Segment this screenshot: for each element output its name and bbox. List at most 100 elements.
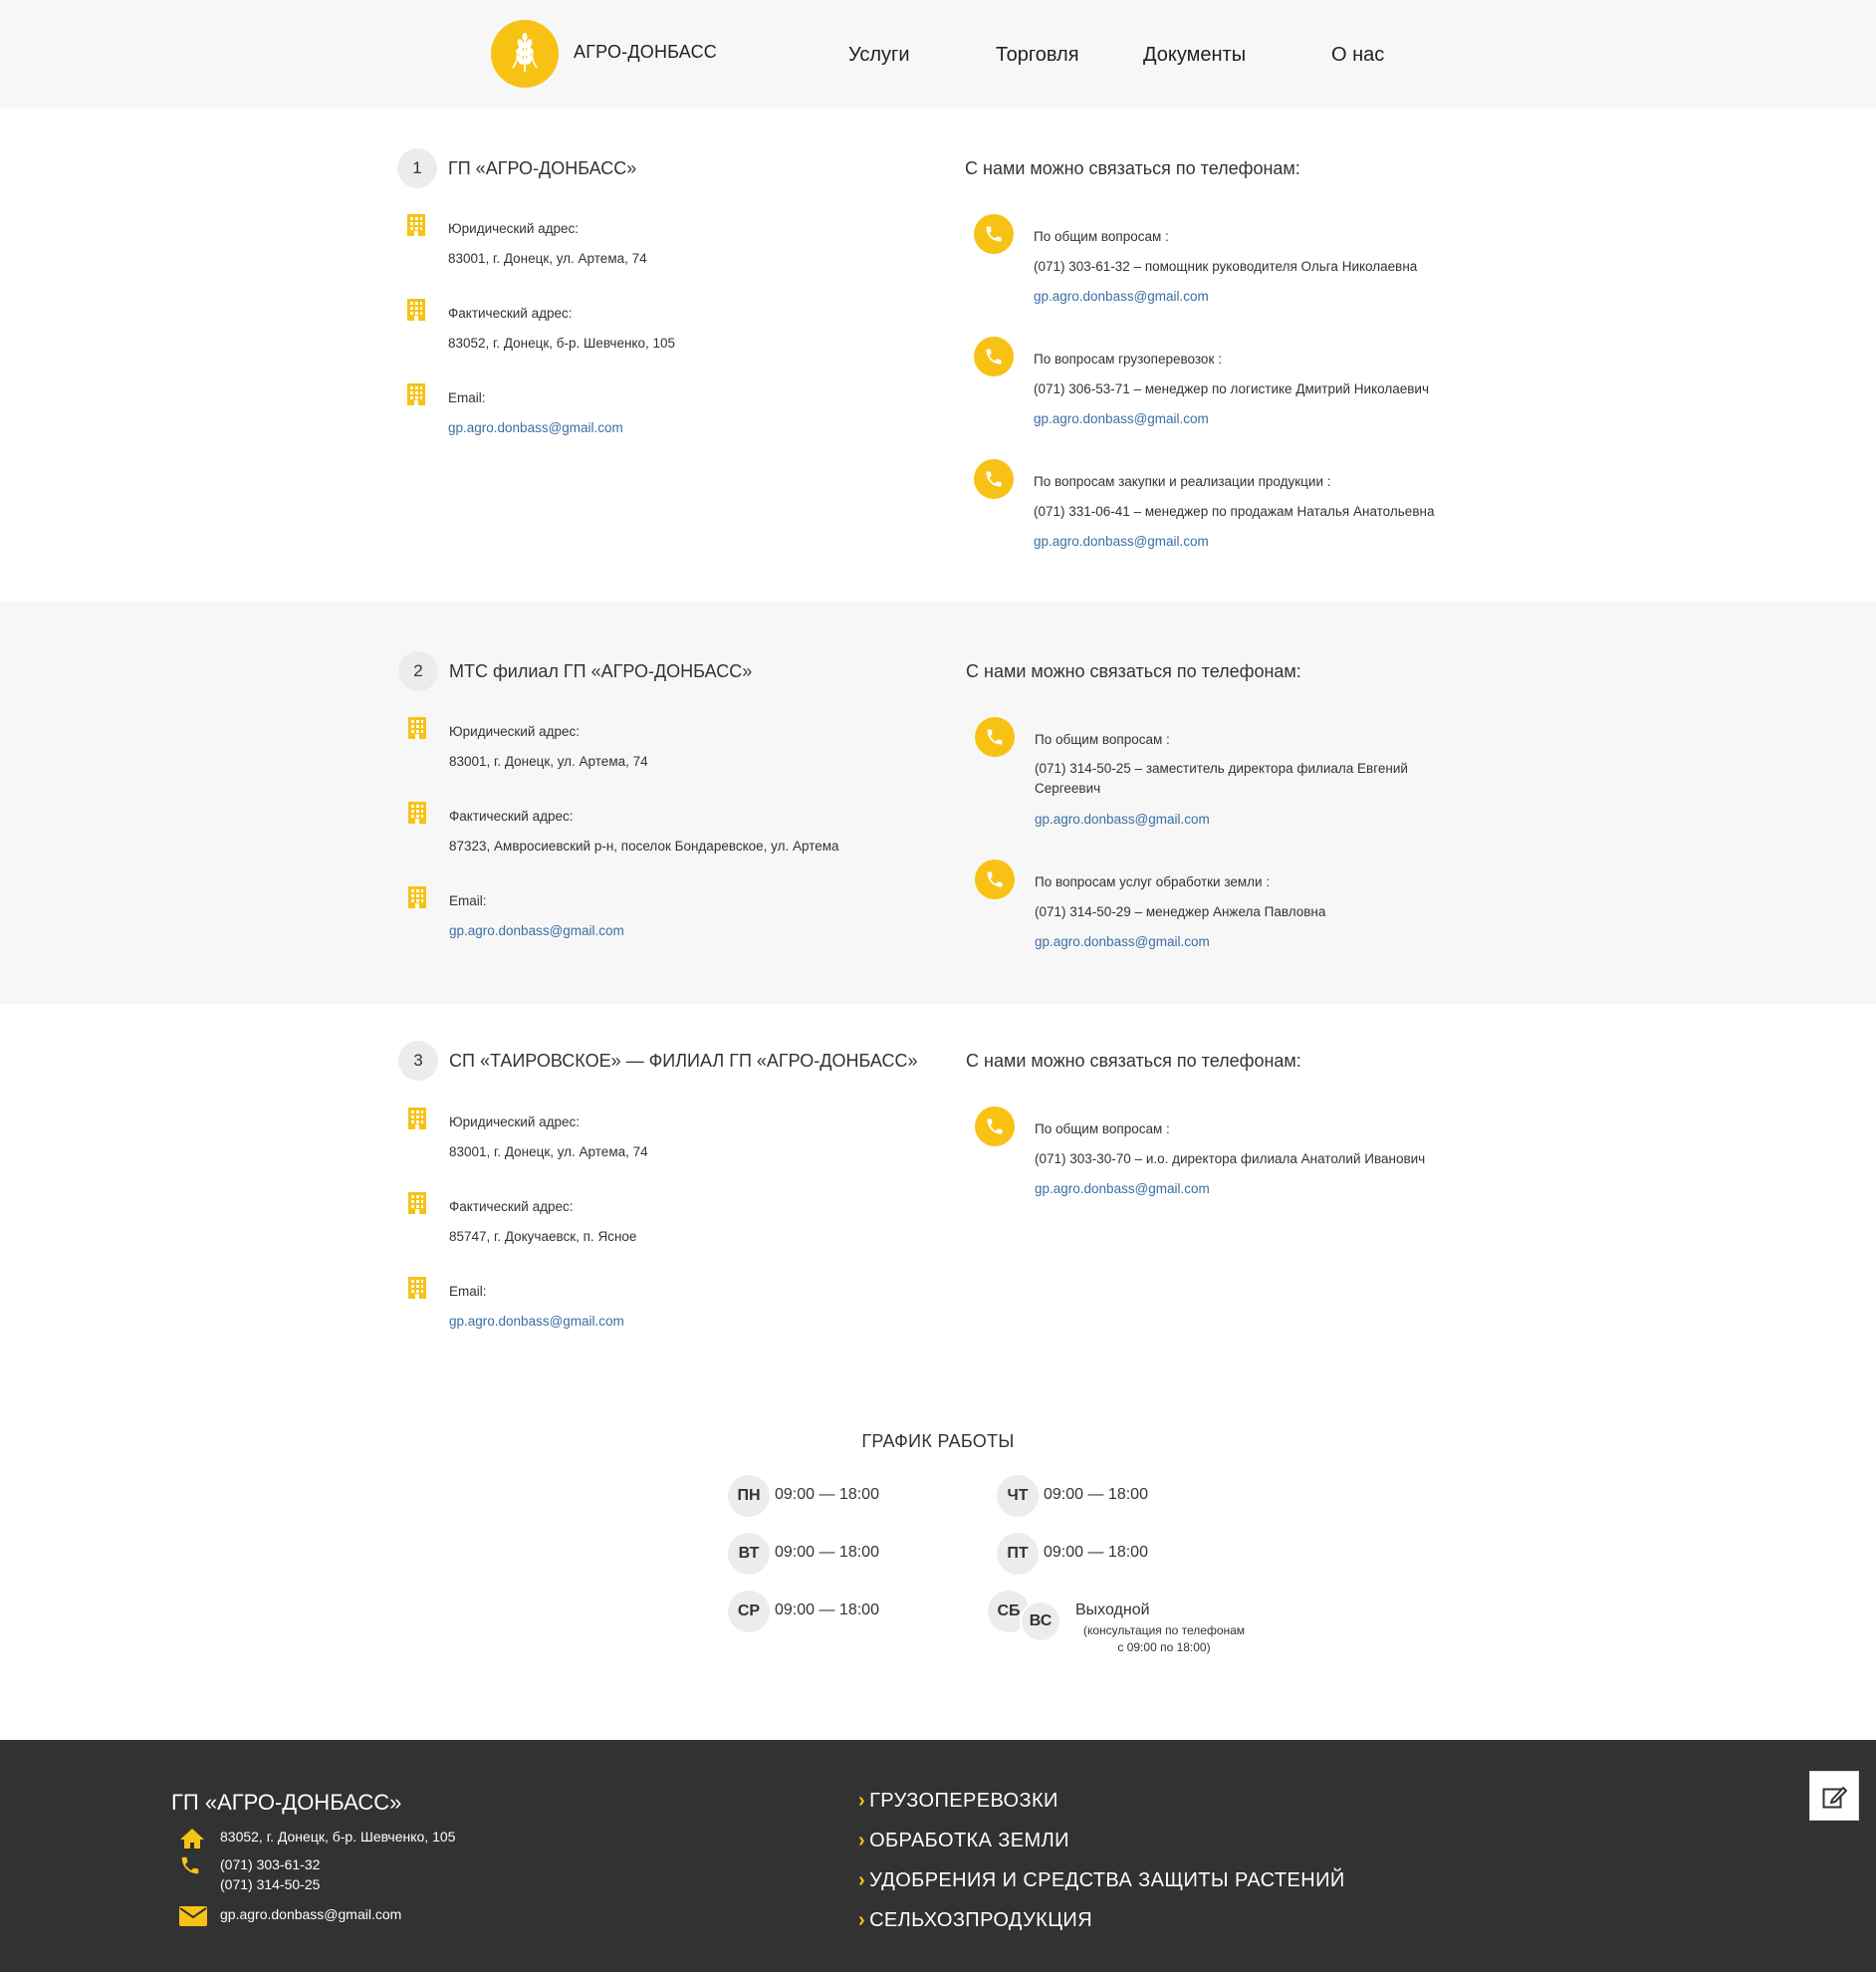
- time-monday: 09:00 — 18:00: [775, 1486, 879, 1503]
- phone-email-link[interactable]: gp.agro.donbass@gmail.com: [1034, 411, 1209, 426]
- actual-address: 83052, г. Донецк, б-р. Шевченко, 105: [448, 336, 675, 351]
- weekend-status: Выходной: [1075, 1602, 1150, 1618]
- phone-icon[interactable]: [974, 459, 1014, 499]
- edit-button[interactable]: [1809, 1771, 1859, 1821]
- phone-icon[interactable]: [974, 337, 1014, 376]
- day-tuesday: ВТ: [728, 1533, 770, 1575]
- footer-title: ГП «АГРО-ДОНБАСС»: [171, 1790, 402, 1815]
- phone-line: (071) 314-50-29 – менеджер Анжела Павлов…: [1035, 904, 1326, 919]
- footer-link-produce[interactable]: › СЕЛЬХОЗПРОДУКЦИЯ: [858, 1909, 1092, 1932]
- footer-link-label: ГРУЗОПЕРЕВОЗКИ: [869, 1790, 1058, 1812]
- org-title: ГП «АГРО-ДОНБАСС»: [448, 158, 637, 178]
- legal-address: 83001, г. Донецк, ул. Артема, 74: [449, 1144, 648, 1159]
- brand-name[interactable]: АГРО-ДОНБАСС: [574, 42, 717, 63]
- phone-icon[interactable]: [975, 1107, 1015, 1146]
- footer-link-land[interactable]: › ОБРАБОТКА ЗЕМЛИ: [858, 1830, 1069, 1852]
- weekend-note-line-1: (консультация по телефонам: [1082, 1623, 1246, 1637]
- phone-line: (071) 331-06-41 – менеджер по продажам Н…: [1034, 504, 1435, 519]
- email-link[interactable]: gp.agro.donbass@gmail.com: [448, 420, 623, 435]
- nav-services[interactable]: Услуги: [848, 44, 910, 67]
- home-icon: [180, 1829, 204, 1849]
- building-icon: [407, 383, 425, 405]
- footer-phone-icon: [181, 1856, 199, 1874]
- contacts-title: С нами можно связаться по телефонам:: [966, 661, 1301, 681]
- phone-line: (071) 314-50-25 – заместитель директора …: [1035, 761, 1408, 796]
- building-icon: [408, 886, 426, 908]
- org-section-3: 3 СП «ТАИРОВСКОЕ» — ФИЛИАЛ ГП «АГРО-ДОНБ…: [0, 1004, 1876, 1402]
- weekend-note: (консультация по телефонам с 09:00 по 18…: [1069, 1622, 1259, 1656]
- phone-email-link[interactable]: gp.agro.donbass@gmail.com: [1034, 534, 1209, 549]
- footer-email[interactable]: gp.agro.donbass@gmail.com: [220, 1904, 401, 1924]
- building-icon: [408, 1277, 426, 1299]
- phone-line: (071) 303-30-70 – и.о. директора филиала…: [1035, 1151, 1426, 1166]
- footer-phone-2[interactable]: (071) 314-50-25: [220, 1874, 320, 1894]
- time-wednesday: 09:00 — 18:00: [775, 1602, 879, 1618]
- org-number: 2: [398, 651, 438, 691]
- phone-icon[interactable]: [974, 214, 1014, 254]
- day-sunday: ВС: [1020, 1601, 1061, 1642]
- phone-icon[interactable]: [975, 717, 1015, 757]
- nav-about[interactable]: О нас: [1331, 44, 1384, 67]
- phone-topic: По вопросам закупки и реализации продукц…: [1034, 474, 1331, 489]
- day-thursday: ЧТ: [997, 1475, 1039, 1517]
- building-icon: [408, 1192, 426, 1214]
- phone-topic: По вопросам услуг обработки земли :: [1035, 874, 1271, 889]
- footer-link-label: УДОБРЕНИЯ И СРЕДСТВА ЗАЩИТЫ РАСТЕНИЙ: [869, 1869, 1345, 1891]
- header: АГРО-ДОНБАСС Услуги Торговля Документы О…: [0, 0, 1876, 109]
- day-friday: ПТ: [997, 1533, 1039, 1575]
- footer-link-freight[interactable]: › ГРУЗОПЕРЕВОЗКИ: [858, 1790, 1058, 1813]
- chevron-right-icon: ›: [858, 1790, 866, 1812]
- email-link[interactable]: gp.agro.donbass@gmail.com: [449, 923, 624, 938]
- phone-email-link[interactable]: gp.agro.donbass@gmail.com: [1034, 289, 1209, 304]
- org-section-1: 1 ГП «АГРО-ДОНБАСС» Юридический адрес: 8…: [0, 109, 1876, 602]
- legal-address: 83001, г. Донецк, ул. Артема, 74: [449, 754, 648, 769]
- footer-link-label: ОБРАБОТКА ЗЕМЛИ: [869, 1830, 1069, 1851]
- day-wednesday: СР: [728, 1591, 770, 1632]
- contacts-title: С нами можно связаться по телефонам:: [965, 158, 1300, 178]
- phone-email-link[interactable]: gp.agro.donbass@gmail.com: [1035, 934, 1210, 949]
- time-thursday: 09:00 — 18:00: [1044, 1486, 1148, 1503]
- chevron-right-icon: ›: [858, 1830, 866, 1851]
- time-friday: 09:00 — 18:00: [1044, 1544, 1148, 1561]
- org-number: 3: [398, 1041, 438, 1081]
- building-icon: [408, 1108, 426, 1129]
- org-number: 1: [397, 148, 437, 188]
- phone-topic: По общим вопросам :: [1034, 229, 1169, 244]
- phone-icon[interactable]: [975, 860, 1015, 899]
- actual-address: 87323, Амвросиевский р-н, поселок Бондар…: [449, 839, 839, 854]
- email-link[interactable]: gp.agro.donbass@gmail.com: [449, 1314, 624, 1329]
- email-label: Email:: [448, 390, 486, 405]
- phone-topic: По вопросам грузоперевозок :: [1034, 352, 1222, 367]
- edit-icon: [1822, 1787, 1847, 1809]
- footer-address: 83052, г. Донецк, б-р. Шевченко, 105: [220, 1829, 456, 1845]
- building-icon: [408, 802, 426, 824]
- phone-line: (071) 306-53-71 – менеджер по логистике …: [1034, 381, 1430, 396]
- nav-documents[interactable]: Документы: [1143, 44, 1246, 67]
- nav-trade[interactable]: Торговля: [996, 44, 1079, 67]
- legal-address-label: Юридический адрес:: [449, 724, 581, 739]
- legal-address-label: Юридический адрес:: [448, 221, 580, 236]
- org-section-2: 2 МТС филиал ГП «АГРО-ДОНБАСС» Юридическ…: [0, 602, 1876, 1004]
- contacts-title: С нами можно связаться по телефонам:: [966, 1051, 1301, 1071]
- weekend-note-line-2: с 09:00 по 18:00): [1117, 1640, 1211, 1654]
- footer-link-label: СЕЛЬХОЗПРОДУКЦИЯ: [869, 1909, 1093, 1931]
- building-icon: [407, 214, 425, 236]
- day-monday: ПН: [728, 1475, 770, 1517]
- footer-link-fertilizers[interactable]: › УДОБРЕНИЯ И СРЕДСТВА ЗАЩИТЫ РАСТЕНИЙ: [858, 1869, 1345, 1892]
- building-icon: [408, 717, 426, 739]
- footer: ГП «АГРО-ДОНБАСС» 83052, г. Донецк, б-р.…: [0, 1740, 1876, 1972]
- actual-address-label: Фактический адрес:: [449, 809, 574, 824]
- phone-topic: По общим вопросам :: [1035, 1121, 1170, 1136]
- time-tuesday: 09:00 — 18:00: [775, 1544, 879, 1561]
- chevron-right-icon: ›: [858, 1909, 866, 1931]
- phone-line: (071) 303-61-32 – помощник руководителя …: [1034, 259, 1418, 274]
- email-label: Email:: [449, 1284, 487, 1299]
- phone-email-link[interactable]: gp.agro.donbass@gmail.com: [1035, 1181, 1210, 1196]
- legal-address-label: Юридический адрес:: [449, 1114, 581, 1129]
- legal-address: 83001, г. Донецк, ул. Артема, 74: [448, 251, 647, 266]
- phone-email-link[interactable]: gp.agro.donbass@gmail.com: [1035, 812, 1210, 827]
- org-title: МТС филиал ГП «АГРО-ДОНБАСС»: [449, 661, 753, 681]
- actual-address-label: Фактический адрес:: [448, 306, 573, 321]
- footer-phone-1[interactable]: (071) 303-61-32: [220, 1854, 320, 1874]
- wheat-logo-icon[interactable]: [491, 20, 559, 88]
